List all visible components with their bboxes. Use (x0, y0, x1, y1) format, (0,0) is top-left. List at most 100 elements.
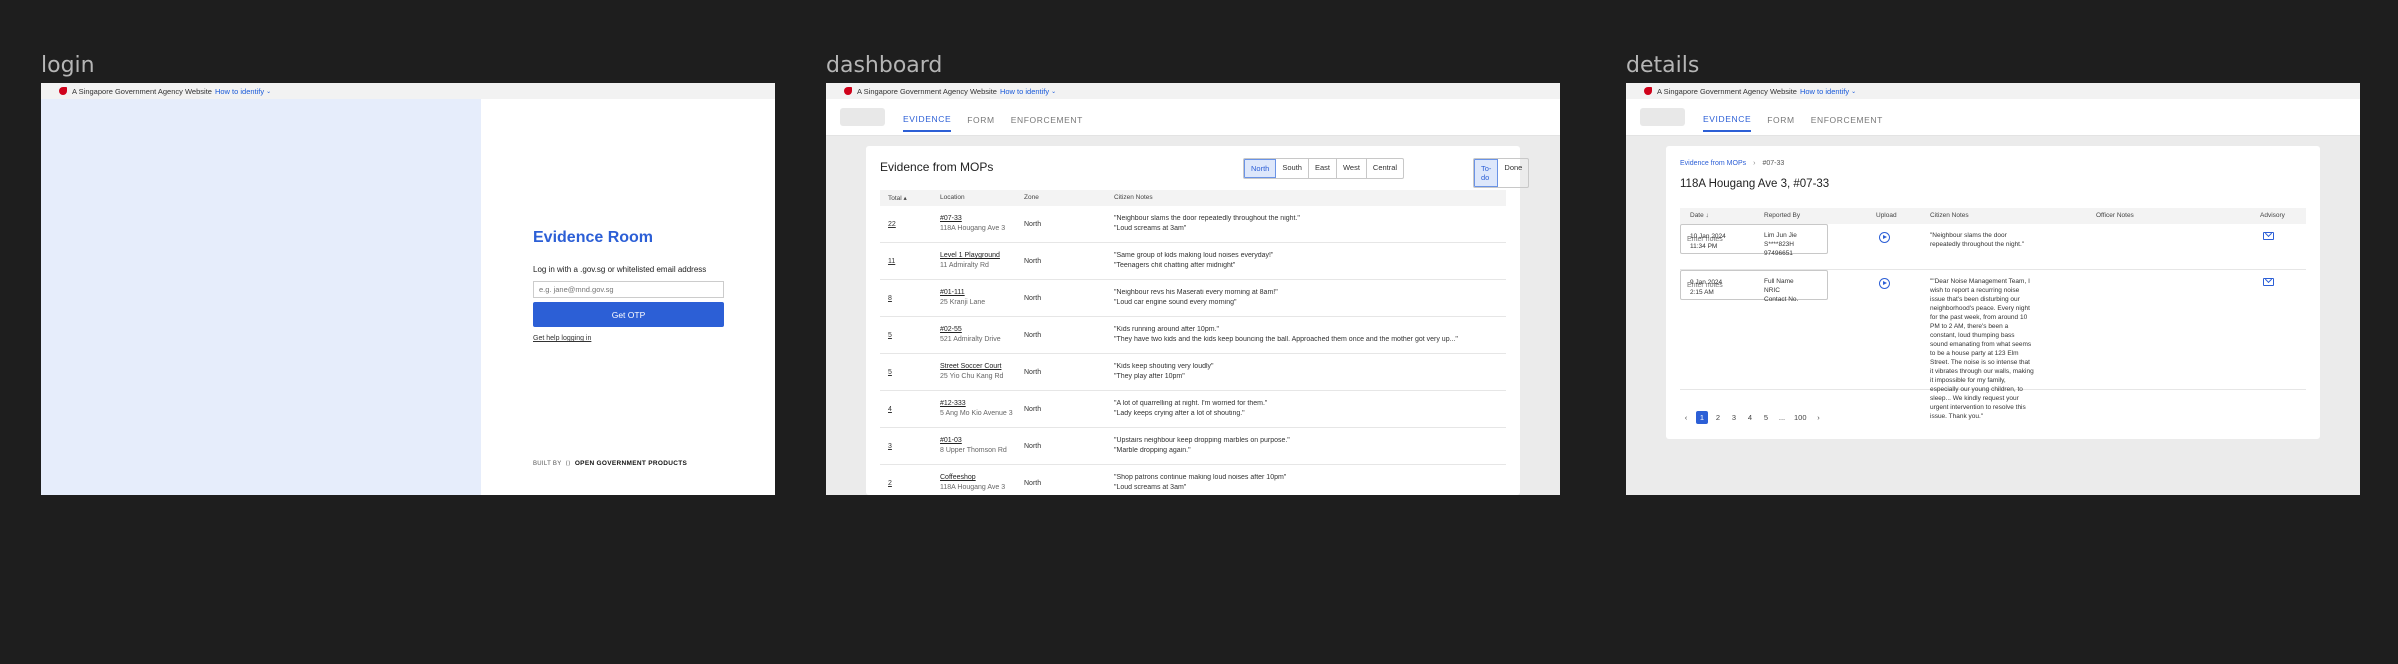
zone-cell: North (1024, 332, 1042, 339)
location-link[interactable]: #07-33 (940, 215, 962, 222)
location-link[interactable]: #02-55 (940, 326, 962, 333)
details-frame: A Singapore Government Agency Website Ho… (1626, 83, 2360, 495)
citizen-note: "Neighbour slams the door repeatedly thr… (1114, 215, 1300, 222)
zone-east-button[interactable]: East (1309, 159, 1337, 178)
frame-label-login: login (41, 53, 95, 78)
date-cell: 9 Jan 2024 2:15 AM (1690, 278, 1760, 298)
total-count-link[interactable]: 3 (888, 443, 892, 450)
status-done-button[interactable]: Done (1498, 159, 1528, 187)
date-cell: 10 Jan 2024 11:34 PM (1690, 232, 1760, 252)
table-row[interactable]: 5 #02-55 521 Admiralty Drive North "Kids run… (880, 317, 1506, 354)
reporter-r3: Contact No. (1764, 296, 1799, 303)
play-icon[interactable] (1879, 278, 1890, 289)
table-row[interactable]: 2 Coffeeshop 118A Hougang Ave 3 North "Shop … (880, 465, 1506, 495)
reporter-r3: 97496651 (1764, 250, 1793, 257)
tab-form[interactable]: FORM (1767, 104, 1794, 131)
app-body: Evidence from MOPs North South East West… (826, 136, 1560, 495)
zone-cell: North (1024, 406, 1042, 413)
total-count-link[interactable]: 5 (888, 332, 892, 339)
location-address: 11 Admiralty Rd (940, 262, 989, 269)
total-count-link[interactable]: 4 (888, 406, 892, 413)
reporter-r1: Full Name (1764, 278, 1794, 285)
col-date[interactable]: Date ↓ (1690, 212, 1709, 219)
email-input[interactable] (533, 281, 724, 298)
zone-west-button[interactable]: West (1337, 159, 1367, 178)
table-row: 10 Jan 2024 11:34 PM Lim Jun Jie S****823H 9… (1680, 224, 2306, 270)
location-link[interactable]: #01-03 (940, 437, 962, 444)
zone-cell: North (1024, 443, 1042, 450)
location-address: 118A Hougang Ave 3 (940, 484, 1006, 491)
location-link[interactable]: Coffeeshop (940, 474, 976, 481)
location-link[interactable]: Street Soccer Court (940, 363, 1001, 370)
evidence-card: Evidence from MOPs North South East West… (866, 146, 1530, 495)
tab-evidence[interactable]: EVIDENCE (1703, 103, 1752, 132)
page-title: 118A Hougang Ave 3, #07-33 (1680, 178, 1830, 190)
reporter-cell: Lim Jun Jie S****823H 97496651 (1764, 231, 1834, 258)
breadcrumb-root-link[interactable]: Evidence from MOPs (1680, 160, 1746, 167)
page-button[interactable]: 5 (1760, 411, 1772, 424)
tab-evidence[interactable]: EVIDENCE (903, 103, 952, 132)
chevron-down-icon[interactable]: ⌄ (1851, 88, 1856, 95)
get-otp-button[interactable]: Get OTP (533, 302, 724, 327)
next-page-icon[interactable]: › (1813, 411, 1825, 424)
col-location: Location (940, 194, 965, 201)
page-button[interactable]: 3 (1728, 411, 1740, 424)
total-count-link[interactable]: 11 (888, 258, 895, 265)
reporter-r2: NRIC (1764, 287, 1780, 294)
play-icon[interactable] (1879, 232, 1890, 243)
frame-label-details: details (1626, 53, 1700, 78)
tab-enforcement[interactable]: ENFORCEMENT (1811, 104, 1883, 131)
zone-south-button[interactable]: South (1276, 159, 1309, 178)
citizen-note: "A lot of quarrelling at night. I'm worr… (1114, 400, 1268, 407)
col-total[interactable]: Total ▴ (888, 194, 907, 202)
tab-form[interactable]: FORM (967, 104, 994, 131)
sort-up-icon[interactable]: ▴ (904, 195, 907, 202)
lion-icon (59, 87, 67, 95)
table-header: Date ↓ Reported By Upload Citizen Notes … (1680, 208, 2306, 224)
zone-north-button[interactable]: North (1244, 159, 1277, 178)
how-to-identify-link[interactable]: How to identify (1800, 87, 1849, 96)
pagination: ‹ 1 2 3 4 5... 100 › (1680, 411, 1825, 424)
app-logo[interactable] (1640, 108, 1685, 126)
table-row[interactable]: 4 #12-333 5 Ang Mo Kio Avenue 3 North "A lot… (880, 391, 1506, 428)
page-title: Evidence from MOPs (880, 160, 994, 174)
total-count-link[interactable]: 8 (888, 295, 892, 302)
table-header: Total ▴ Location Zone Citizen Notes (880, 190, 1506, 206)
total-count-link[interactable]: 22 (888, 221, 896, 228)
prev-page-icon[interactable]: ‹ (1680, 411, 1692, 424)
total-count-link[interactable]: 5 (888, 369, 892, 376)
table-row[interactable]: 3 #01-03 8 Upper Thomson Rd North "Upstairs … (880, 428, 1506, 465)
citizen-note: "Kids keep shouting very loudly" (1114, 363, 1214, 370)
citizen-note: "Lady keeps crying after a lot of shouti… (1114, 410, 1245, 417)
zone-central-button[interactable]: Central (1367, 159, 1403, 178)
table-row[interactable]: 8 #01-111 25 Kranji Lane North "Neighbour re… (880, 280, 1506, 317)
chevron-down-icon[interactable]: ⌄ (266, 88, 271, 95)
how-to-identify-link[interactable]: How to identify (215, 87, 264, 96)
page-button[interactable]: 4 (1744, 411, 1756, 424)
table-row[interactable]: 22 #07-33 118A Hougang Ave 3 North "Neighbou… (880, 206, 1506, 243)
status-todo-button[interactable]: To-do (1474, 159, 1499, 187)
page-button[interactable]: 100 (1792, 411, 1809, 424)
page-button[interactable]: 1 (1696, 411, 1708, 424)
location-link[interactable]: #01-111 (940, 289, 965, 296)
sort-down-icon[interactable]: ↓ (1706, 212, 1709, 219)
how-to-identify-link[interactable]: How to identify (1000, 87, 1049, 96)
built-by-footer: BUILT BY ⟨⟩ OPEN GOVERNMENT PRODUCTS (533, 460, 687, 467)
location-link[interactable]: #12-333 (940, 400, 966, 407)
status-filter: To-do Done (1473, 158, 1530, 188)
location-link[interactable]: Level 1 Playground (940, 252, 1000, 259)
col-citizen-notes: Citizen Notes (1930, 212, 1969, 219)
citizen-note: "Shop patrons continue making loud noise… (1114, 474, 1287, 481)
table-row[interactable]: 11 Level 1 Playground 11 Admiralty Rd North… (880, 243, 1506, 280)
login-help-link[interactable]: Get help logging in (533, 335, 733, 342)
app-logo[interactable] (840, 108, 885, 126)
page-button[interactable]: 2 (1712, 411, 1724, 424)
zone-cell: North (1024, 480, 1042, 487)
chevron-down-icon[interactable]: ⌄ (1051, 88, 1056, 95)
table-row[interactable]: 5 Street Soccer Court 25 Yio Chu Kang Rd No… (880, 354, 1506, 391)
location-address: 8 Upper Thomson Rd (940, 447, 1007, 454)
total-count-link[interactable]: 2 (888, 480, 892, 487)
mail-icon[interactable] (2263, 232, 2274, 240)
tab-enforcement[interactable]: ENFORCEMENT (1011, 104, 1083, 131)
mail-icon[interactable] (2263, 278, 2274, 286)
